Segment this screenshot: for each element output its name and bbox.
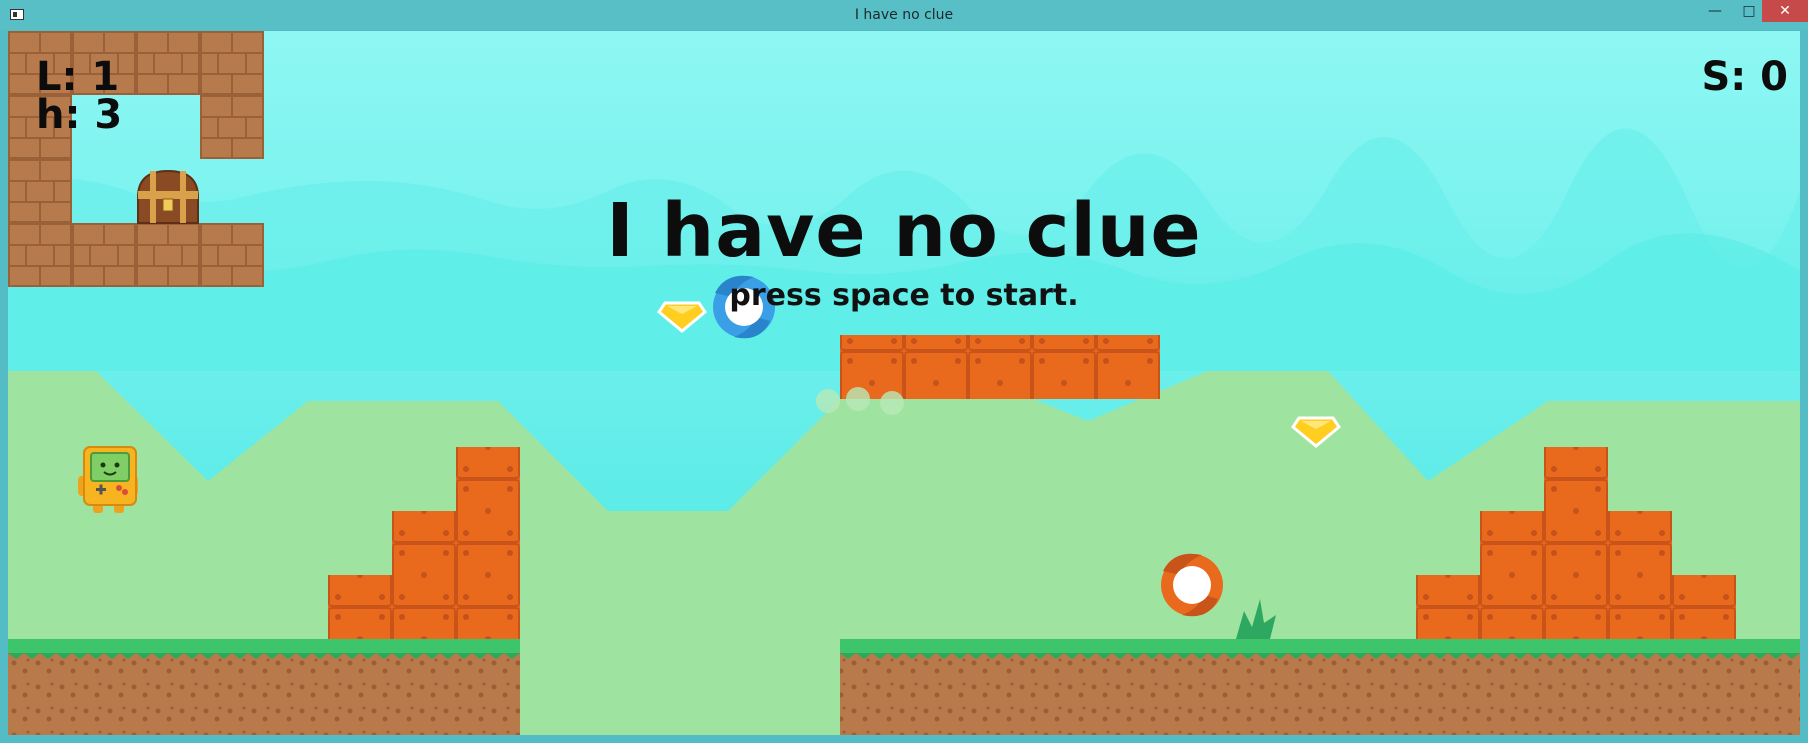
orange-block-row: [328, 575, 520, 639]
handheld-console-character-icon: [78, 446, 138, 513]
maximize-button[interactable]: □: [1732, 0, 1766, 22]
orange-block-row: [392, 511, 520, 575]
close-button[interactable]: ✕: [1762, 0, 1808, 22]
ground-left: [8, 639, 520, 735]
orange-block-row: [1480, 511, 1672, 575]
orange-block: [456, 447, 520, 511]
game-title: I have no clue: [606, 188, 1202, 274]
orange-block-row: [1416, 575, 1736, 639]
game-scene: [8, 31, 1800, 735]
title-bar[interactable]: I have no clue — □ ✕: [0, 0, 1808, 30]
dust-puff: [846, 387, 870, 411]
brick-column-right: [200, 95, 264, 159]
dust-puff: [880, 391, 904, 415]
lives-counter: L: 1: [36, 54, 120, 100]
orange-swirl-portal-icon: [1161, 553, 1223, 617]
window-title: I have no clue: [854, 7, 954, 23]
game-viewport[interactable]: L: 1 h: 3 S: 0 I have no clue press spac…: [8, 31, 1800, 735]
dust-puff: [816, 389, 840, 413]
floating-orange-platform: [840, 335, 1160, 399]
orange-block: [1544, 447, 1608, 511]
game-window: I have no clue — □ ✕ L: 1 h: 3 S: 0 I ha…: [0, 0, 1808, 743]
score-counter: S: 0: [1701, 54, 1788, 100]
hearts-counter: h: 3: [36, 92, 123, 138]
minimize-button[interactable]: —: [1698, 0, 1732, 22]
ground-right: [840, 639, 1800, 735]
start-prompt: press space to start.: [729, 278, 1079, 313]
